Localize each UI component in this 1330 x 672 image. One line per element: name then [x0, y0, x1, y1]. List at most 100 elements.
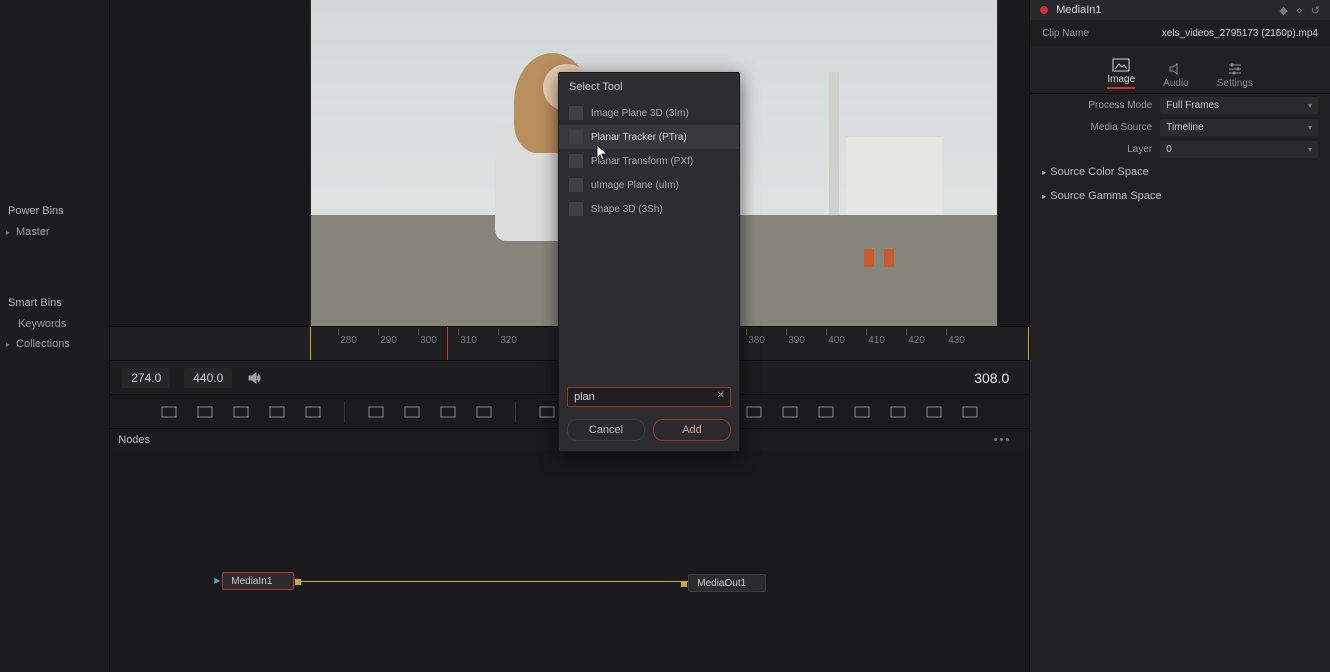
inspector: MediaIn1 ◆ ⋄ ↺ Clip Name xels_videos_279…: [1029, 0, 1330, 672]
media-source-label: Media Source: [1030, 122, 1160, 133]
inspector-title: MediaIn1 ◆ ⋄ ↺: [1030, 0, 1330, 20]
smart-bin-keywords[interactable]: Keywords: [0, 314, 109, 334]
select-tool-dialog: Select Tool Image Plane 3D (3Im) Planar T…: [558, 72, 740, 452]
reset-icon[interactable]: ↺: [1311, 4, 1320, 17]
ruler-tick: 300: [420, 335, 437, 346]
tool-item-label: Planar Tracker (PTra): [591, 132, 687, 143]
dialog-title: Select Tool: [559, 73, 739, 101]
clip-name-label: Clip Name: [1042, 28, 1089, 39]
search-input[interactable]: [567, 387, 731, 407]
keyframe-toggle-icon[interactable]: ⋄: [1296, 4, 1303, 17]
particles-icon[interactable]: [817, 404, 835, 420]
color-wheel-icon[interactable]: [439, 404, 457, 420]
tool-list: Image Plane 3D (3Im) Planar Tracker (PTra…: [559, 101, 739, 381]
source-color-space-collapse[interactable]: ▸ Source Color Space: [1030, 160, 1330, 184]
tool-item[interactable]: Image Plane 3D (3Im): [559, 101, 739, 125]
background-node-icon[interactable]: [160, 404, 178, 420]
layer-select[interactable]: 0 ▾: [1160, 141, 1318, 158]
nodes-label: Nodes: [118, 434, 150, 446]
node-mediaout1[interactable]: MediaOut1: [688, 574, 766, 592]
ruler-tick: 310: [460, 335, 477, 346]
collections-label: Collections: [16, 338, 70, 350]
stabilize-icon[interactable]: [853, 404, 871, 420]
volume-icon[interactable]: [246, 370, 262, 386]
fog-icon[interactable]: [925, 404, 943, 420]
ruler-tick: 430: [948, 335, 965, 346]
tool-item-icon: [569, 130, 583, 144]
master-label: Master: [16, 226, 50, 238]
clear-search-icon[interactable]: ✕: [717, 390, 725, 401]
tab-audio[interactable]: Audio: [1163, 62, 1189, 89]
tool-item-icon: [569, 106, 583, 120]
add-button[interactable]: Add: [653, 419, 731, 441]
pen-icon[interactable]: [403, 404, 421, 420]
play-arrow-icon: ▶: [214, 576, 220, 585]
drop-icon[interactable]: [475, 404, 493, 420]
tool-item[interactable]: uImage Plane (uIm): [559, 173, 739, 197]
enabled-dot-icon[interactable]: [1040, 6, 1048, 14]
ruler-tick: 400: [828, 335, 845, 346]
power-bin-master[interactable]: ▸ Master: [0, 222, 109, 242]
node-graph[interactable]: MediaIn1 MediaOut1 ▶: [110, 450, 1029, 672]
tool-item-icon: [569, 178, 583, 192]
ruler-tick: 410: [868, 335, 885, 346]
tool-item[interactable]: Planar Tracker (PTra): [559, 125, 739, 149]
cloud-icon[interactable]: [961, 404, 979, 420]
audio-tab-icon: [1167, 62, 1185, 76]
tab-settings[interactable]: Settings: [1217, 62, 1253, 89]
keywords-label: Keywords: [18, 318, 66, 330]
paint-node-icon[interactable]: [268, 404, 286, 420]
settings-tab-icon: [1226, 62, 1244, 76]
nodes-menu-icon[interactable]: •••: [994, 434, 1012, 446]
tool-item[interactable]: Shape 3D (3Sh): [559, 197, 739, 221]
3d-cube-icon[interactable]: [889, 404, 907, 420]
node-mediain1[interactable]: MediaIn1: [222, 572, 294, 590]
channel-bool-icon[interactable]: [538, 404, 556, 420]
cancel-button[interactable]: Cancel: [567, 419, 645, 441]
source-gamma-space-collapse[interactable]: ▸ Source Gamma Space: [1030, 184, 1330, 208]
process-mode-label: Process Mode: [1030, 100, 1160, 111]
tool-item-label: Planar Transform (PXf): [591, 156, 693, 167]
ruler-tick: 290: [380, 335, 397, 346]
power-bins-header: Power Bins: [0, 200, 109, 222]
process-mode-select[interactable]: Full Frames ▾: [1160, 97, 1318, 114]
tab-image[interactable]: Image: [1107, 58, 1135, 89]
tool-item-label: Image Plane 3D (3Im): [591, 108, 689, 119]
inspector-tabs: Image Audio Settings: [1030, 46, 1330, 94]
smart-bin-collections[interactable]: ▸ Collections: [0, 334, 109, 354]
node-wire: [300, 581, 688, 582]
node-out-port[interactable]: [295, 579, 301, 585]
tool-item-label: uImage Plane (uIm): [591, 180, 679, 191]
tool-item-icon: [569, 154, 583, 168]
time-in[interactable]: 274.0: [122, 368, 170, 388]
ruler-tick: 280: [340, 335, 357, 346]
layer-row: Layer 0 ▾: [1030, 138, 1330, 160]
merge-node-icon[interactable]: [196, 404, 214, 420]
keyframe-prev-icon[interactable]: ◆: [1279, 4, 1287, 17]
inspector-node-name: MediaIn1: [1056, 4, 1101, 16]
chevron-down-icon: ▾: [1308, 123, 1312, 132]
dialog-search-wrap: ✕: [567, 387, 731, 407]
image-tab-icon: [1112, 58, 1130, 72]
clip-name-value: xels_videos_2795173 (2160p).mp4: [1162, 28, 1318, 39]
sparkle-icon[interactable]: [304, 404, 322, 420]
ruler-tick: 420: [908, 335, 925, 346]
ruler-tick: 320: [500, 335, 517, 346]
tool-item-label: Shape 3D (3Sh): [591, 204, 663, 215]
tracker-icon[interactable]: [781, 404, 799, 420]
time-current[interactable]: 308.0: [974, 370, 1009, 386]
process-mode-row: Process Mode Full Frames ▾: [1030, 94, 1330, 116]
layer-label: Layer: [1030, 144, 1160, 155]
node-in-port[interactable]: [681, 581, 687, 587]
transform-icon[interactable]: [745, 404, 763, 420]
time-out[interactable]: 440.0: [184, 368, 232, 388]
smart-bins-header: Smart Bins: [0, 292, 109, 314]
brush-icon[interactable]: [367, 404, 385, 420]
tool-item[interactable]: Planar Transform (PXf): [559, 149, 739, 173]
tool-item-icon: [569, 202, 583, 216]
media-source-select[interactable]: Timeline ▾: [1160, 119, 1318, 136]
chevron-down-icon: ▾: [1308, 145, 1312, 154]
ruler-tick: 380: [748, 335, 765, 346]
chevron-down-icon: ▾: [1308, 101, 1312, 110]
text-node-icon[interactable]: [232, 404, 250, 420]
